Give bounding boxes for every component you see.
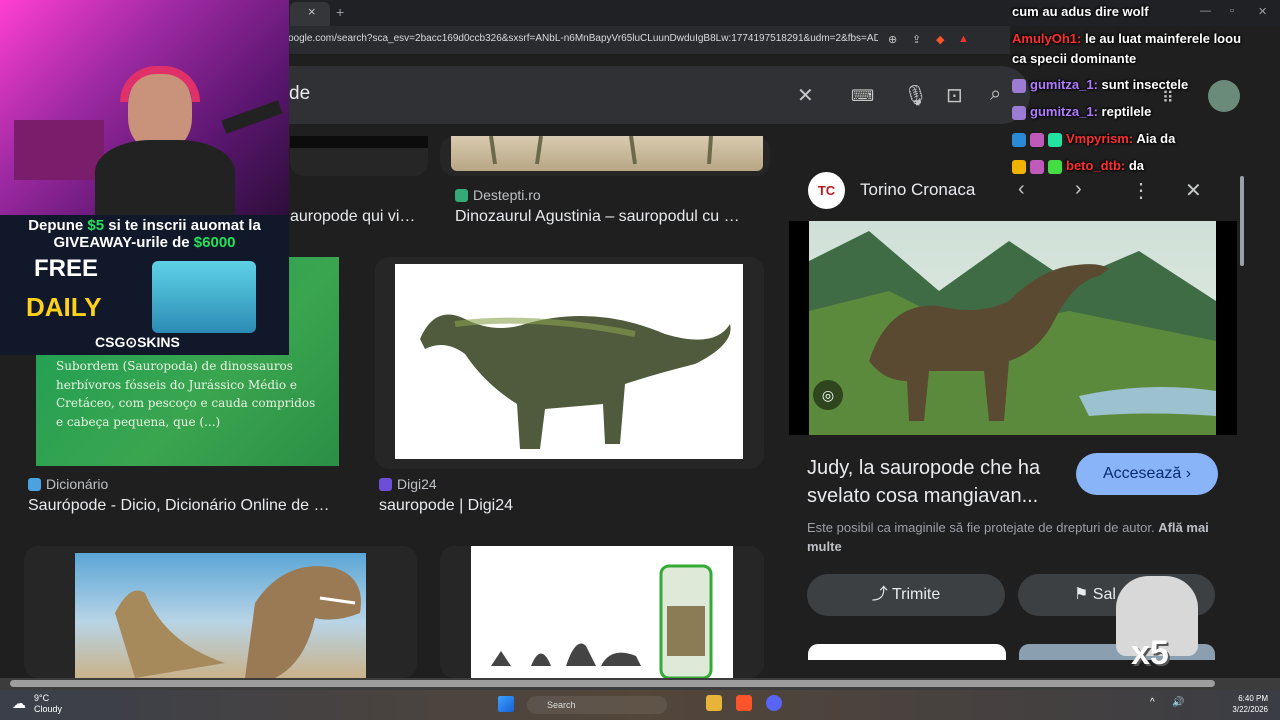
chat-message: gumitza_1: reptilele xyxy=(1012,104,1151,120)
promo-text: Depune $5 si te inscrii auomat la GIVEAW… xyxy=(28,217,261,251)
panel-scrollbar[interactable] xyxy=(1238,172,1246,650)
chevron-right-icon: › xyxy=(1185,465,1192,482)
badge-icon xyxy=(1048,159,1062,174)
visit-button[interactable]: Accesează › xyxy=(1076,453,1218,495)
badge-icon xyxy=(1012,105,1026,120)
brave-rewards-icon[interactable]: ▲ xyxy=(958,33,969,45)
keyboard-icon[interactable]: ⌨ xyxy=(851,86,874,106)
next-icon[interactable]: › xyxy=(1075,178,1082,201)
badge-icon xyxy=(1012,78,1026,93)
daily-label: DAILY xyxy=(26,292,102,322)
lens-search-icon[interactable]: ◎ xyxy=(813,380,843,410)
result-image[interactable] xyxy=(290,136,428,148)
more-button[interactable] xyxy=(808,644,1006,660)
panel-title[interactable]: Judy, la sauropode che ha svelato cosa m… xyxy=(807,454,1067,510)
brand-logo: CSG⊙SKINS xyxy=(95,334,180,350)
more-options-icon[interactable]: ⋮ xyxy=(1131,178,1151,203)
chat-message: ca specii dominante xyxy=(1012,51,1137,66)
previous-icon[interactable]: ‹ xyxy=(1018,178,1025,201)
volume-icon[interactable]: 🔊 xyxy=(1172,697,1184,708)
result-title[interactable]: Saurópode - Dicio, Dicionário Online de … xyxy=(28,497,348,515)
scroll-thumb[interactable] xyxy=(1240,176,1244,266)
clear-search-icon[interactable]: ✕ xyxy=(797,83,814,108)
streamer-body xyxy=(95,140,235,215)
screen: × + — ▫ ✕ oogle.com/search?sca_esv=2bacc… xyxy=(0,0,1280,720)
site-name[interactable]: Torino Cronaca xyxy=(860,180,975,200)
microphone-icon[interactable]: 🎙 xyxy=(903,83,928,108)
loot-box-icon xyxy=(152,261,256,333)
camera-search-icon[interactable]: ⊡ xyxy=(946,83,963,108)
share-icon[interactable]: ⇪ xyxy=(912,33,921,46)
cloud-icon[interactable]: ☁ xyxy=(12,695,26,712)
share-icon: ⤴ xyxy=(871,586,888,603)
favicon-icon xyxy=(379,477,392,491)
couch xyxy=(14,120,104,180)
result-image[interactable] xyxy=(451,136,763,171)
chat-message: cum au adus dire wolf xyxy=(1012,4,1149,19)
badge-icon xyxy=(1048,132,1062,147)
free-label: FREE xyxy=(34,255,99,282)
badge-icon xyxy=(1030,159,1044,174)
start-icon[interactable] xyxy=(498,696,514,712)
chat-message: beto_dtb: da xyxy=(1012,158,1144,174)
result-image[interactable] xyxy=(75,553,366,678)
discord-icon[interactable] xyxy=(766,695,782,711)
scroll-thumb[interactable] xyxy=(10,680,1215,687)
badge-icon xyxy=(1030,132,1044,147)
close-panel-icon[interactable]: ✕ xyxy=(1185,178,1202,203)
microphone-arm xyxy=(221,100,283,134)
badge-icon xyxy=(1012,132,1026,147)
bookmark-icon: ⚑ xyxy=(1074,586,1089,603)
headset-icon xyxy=(120,66,200,102)
new-tab-icon[interactable]: + xyxy=(336,4,344,20)
result-image[interactable] xyxy=(395,264,743,459)
chat-message: gumitza_1: sunt insectele xyxy=(1012,77,1188,93)
url-text[interactable]: oogle.com/search?sca_esv=2bacc169d0ccb32… xyxy=(288,33,878,44)
site-logo[interactable]: TC xyxy=(808,172,845,209)
taskbar-search[interactable]: Search xyxy=(527,696,667,714)
hero-image[interactable] xyxy=(809,221,1216,435)
webcam-overlay xyxy=(0,0,289,215)
zoom-icon[interactable]: ⊕ xyxy=(888,33,897,46)
share-button[interactable]: ⤴ Trimite xyxy=(807,574,1005,616)
close-tab-icon[interactable]: × xyxy=(308,4,316,19)
copyright-notice: Este posibil ca imaginile să fie proteja… xyxy=(807,520,1209,554)
image-snippet: Subordem (Sauropoda) de dinossauros herb… xyxy=(56,359,316,429)
chat-message: Vmpyrism: Aia da xyxy=(1012,131,1175,147)
chat-overlay: cum au adus dire wolf AmulyOh1: le au lu… xyxy=(1010,0,1280,180)
result-source[interactable]: Dicionário xyxy=(28,476,108,492)
file-explorer-icon[interactable] xyxy=(706,695,722,711)
clock[interactable]: 6:40 PM 3/22/2026 xyxy=(1228,693,1268,715)
result-title[interactable]: sauropode | Digi24 xyxy=(379,497,679,515)
result-source[interactable]: Digi24 xyxy=(379,476,437,492)
weather-widget[interactable]: 9°C Cloudy xyxy=(34,693,62,715)
emote-counter: x5 xyxy=(1131,634,1169,672)
result-title[interactable]: Dinozaurul Agustinia – sauropodul cu … xyxy=(455,208,760,226)
brave-shield-icon[interactable]: ◆ xyxy=(936,33,944,46)
chat-message: AmulyOh1: le au luat mainferele loou xyxy=(1012,31,1242,46)
search-icon[interactable]: ⌕ xyxy=(990,83,1001,106)
chevron-up-icon[interactable]: ^ xyxy=(1150,697,1155,708)
favicon-icon xyxy=(455,188,468,202)
result-source[interactable]: Destepti.ro xyxy=(455,187,541,203)
favicon-icon xyxy=(28,477,41,491)
result-image[interactable] xyxy=(471,546,733,678)
badge-icon xyxy=(1012,159,1026,174)
search-query[interactable]: de xyxy=(289,83,310,105)
result-title[interactable]: auropode qui vi… xyxy=(290,208,430,226)
brave-browser-icon[interactable] xyxy=(736,695,752,711)
